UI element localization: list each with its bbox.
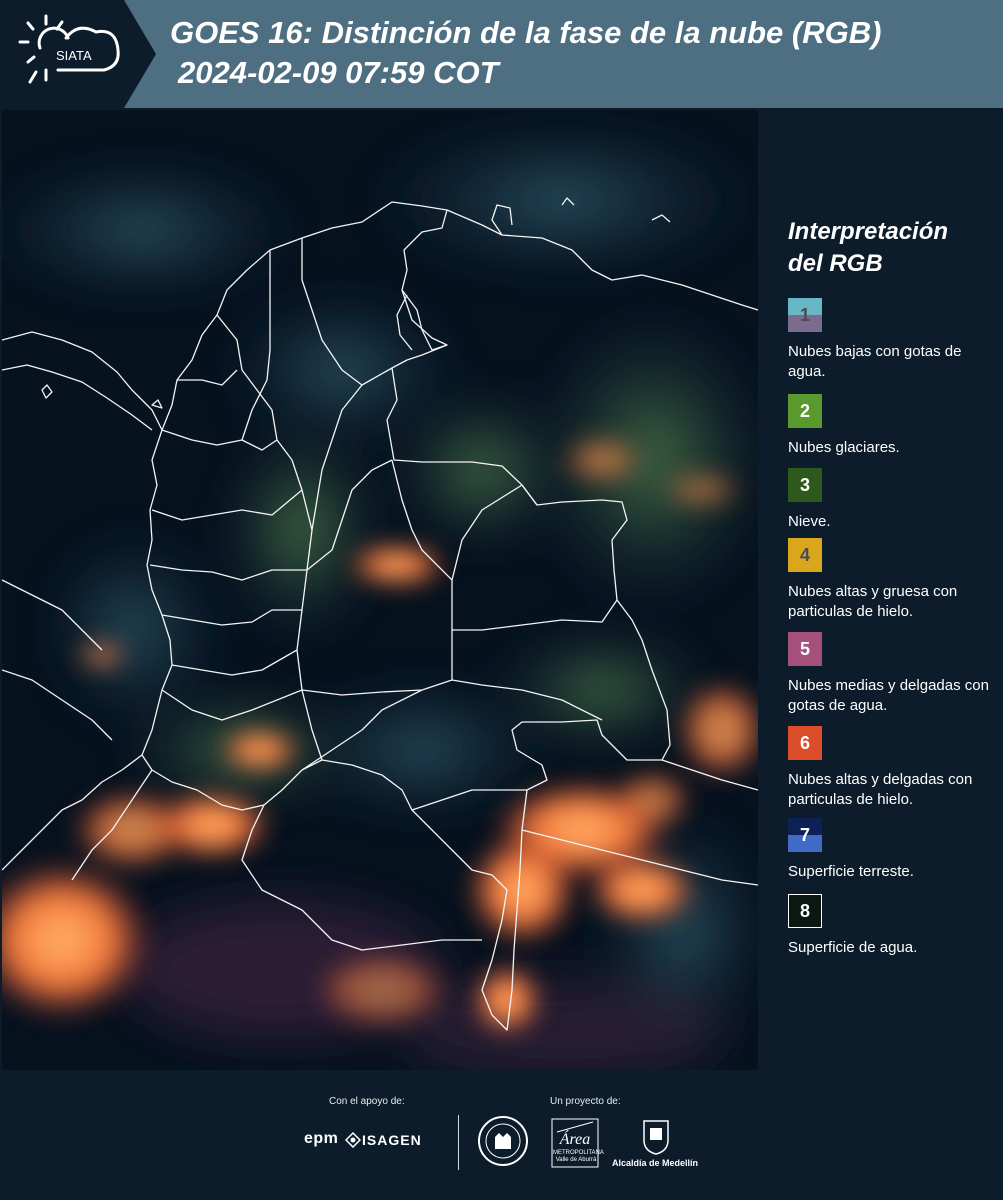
legend-label-2: Nubes glaciares. <box>788 439 900 456</box>
project-label: Un proyecto de: <box>550 1096 621 1107</box>
legend-label-8: Superficie de agua. <box>788 939 918 956</box>
legend-title: Interpretación del RGB <box>788 218 949 277</box>
legend-label-6: Nubes altas y delgadas con particulas de… <box>788 771 973 808</box>
legend-label-3: Nieve. <box>788 513 831 530</box>
legend-swatch-7: 7 <box>788 818 822 852</box>
legend-item-6: 6 Nubes altas y delgadas con particulas … <box>788 726 998 810</box>
legend-swatch-2: 2 <box>788 394 822 428</box>
isagen-mark-icon <box>345 1132 361 1148</box>
area-logo-subtext: METROPOLITANA Valle de Aburrá <box>553 1150 604 1163</box>
legend-item-2: 2 Nubes glaciares. <box>788 394 998 458</box>
legend-item-5: 5 Nubes medias y delgadas con gotas de a… <box>788 632 998 716</box>
timestamp: 2024-02-09 07:59 COT <box>178 55 499 90</box>
legend-swatch-8: 8 <box>788 894 822 928</box>
map-edge <box>760 110 776 1070</box>
alcaldia-label: Alcaldía de Medellín <box>612 1158 699 1168</box>
header-bar: SIATA GOES 16: Distinción de la fase de … <box>0 0 1003 108</box>
legend-item-8: 8 Superficie de agua. <box>788 894 998 958</box>
legend-swatch-1: 1 <box>788 298 822 332</box>
legend-item-4: 4 Nubes altas y gruesa con particulas de… <box>788 538 998 622</box>
legend-item-7: 7 Superficie terreste. <box>788 818 998 882</box>
legend-label-5: Nubes medias y delgadas con gotas de agu… <box>788 677 989 714</box>
legend-item-1: 1 Nubes bajas con gotas de agua. <box>788 298 998 382</box>
support-label: Con el apoyo de: <box>329 1096 405 1107</box>
legend-swatch-4: 4 <box>788 538 822 572</box>
metropolitan-seal-icon <box>478 1116 528 1166</box>
epm-logo: epm <box>304 1130 339 1147</box>
legend-label-7: Superficie terreste. <box>788 863 914 880</box>
footer-divider <box>458 1115 459 1170</box>
page-title: GOES 16: Distinción de la fase de la nub… <box>170 15 882 50</box>
legend-label-4: Nubes altas y gruesa con particulas de h… <box>788 583 958 620</box>
svg-text:SIATA: SIATA <box>56 48 92 63</box>
legend-label-1: Nubes bajas con gotas de agua. <box>788 343 962 380</box>
legend-swatch-5: 5 <box>788 632 822 666</box>
isagen-logo: ISAGEN <box>362 1132 422 1148</box>
alcaldia-shield-icon <box>643 1120 669 1155</box>
legend-swatch-6: 6 <box>788 726 822 760</box>
legend-item-3: 3 Nieve. <box>788 468 998 532</box>
siata-logo: SIATA <box>0 0 156 108</box>
svg-text:Área: Área <box>559 1129 591 1148</box>
satellite-map <box>2 110 758 1070</box>
legend-swatch-3: 3 <box>788 468 822 502</box>
